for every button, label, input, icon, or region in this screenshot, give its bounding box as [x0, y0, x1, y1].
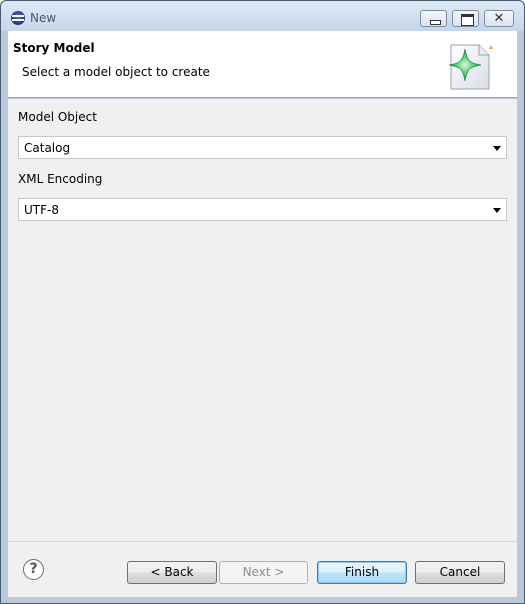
title-bar[interactable]: New ✕ — [1, 1, 524, 31]
button-bar: ? < Back Next > Finish Cancel — [8, 541, 517, 597]
close-button[interactable]: ✕ — [484, 10, 514, 27]
page-description: Select a model object to create — [22, 65, 210, 79]
page-title: Story Model — [13, 41, 95, 55]
cancel-button[interactable]: Cancel — [415, 561, 505, 584]
eclipse-icon — [11, 11, 25, 25]
new-model-wizard-icon — [448, 44, 493, 90]
model-object-value: Catalog — [24, 141, 71, 155]
model-object-label: Model Object — [18, 110, 97, 124]
dropdown-arrow-icon — [493, 208, 501, 213]
xml-encoding-label: XML Encoding — [18, 172, 103, 186]
wizard-header: Story Model Select a model object to cre… — [8, 31, 517, 98]
close-icon: ✕ — [493, 11, 505, 26]
new-wizard-dialog: New ✕ Story Model Select a model object … — [0, 0, 525, 604]
finish-button[interactable]: Finish — [317, 561, 407, 584]
maximize-button[interactable] — [452, 10, 479, 27]
model-object-dropdown[interactable]: Catalog — [18, 136, 507, 159]
help-icon[interactable]: ? — [23, 559, 44, 580]
window-title: New — [30, 11, 57, 25]
minimize-button[interactable] — [420, 10, 447, 27]
xml-encoding-dropdown[interactable]: UTF-8 — [18, 198, 507, 221]
back-button[interactable]: < Back — [127, 561, 217, 584]
dropdown-arrow-icon — [493, 146, 501, 151]
wizard-content: Model Object Catalog XML Encoding UTF-8 — [8, 99, 517, 541]
next-button[interactable]: Next > — [219, 561, 308, 584]
xml-encoding-value: UTF-8 — [24, 203, 59, 217]
